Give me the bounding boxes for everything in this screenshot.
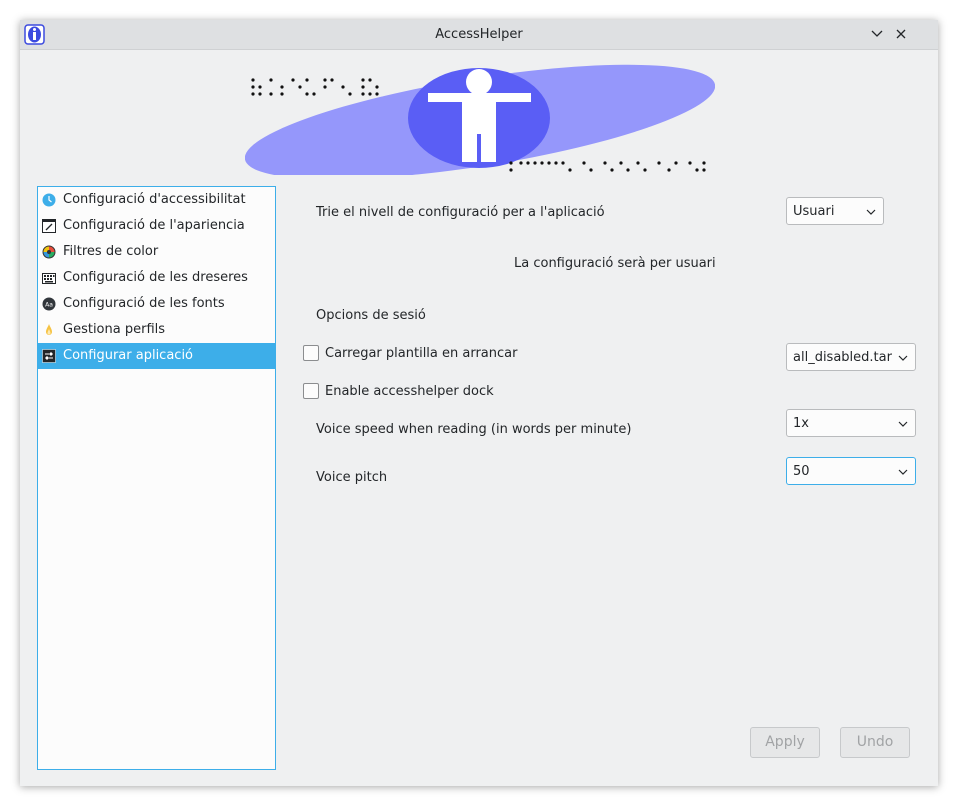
load-template-label[interactable]: Carregar plantilla en arrancar (325, 346, 517, 361)
sidebar-item-color-filters[interactable]: Filtres de color (38, 239, 275, 265)
sidebar-item-accessibility[interactable]: Configuració d'accessibilitat (38, 187, 275, 213)
voice-speed-value: 1x (793, 416, 809, 431)
close-icon (896, 29, 906, 39)
sidebar-item-label: Configuració de l'apariencia (63, 218, 245, 233)
clock-icon (42, 193, 56, 207)
settings-icon (42, 349, 56, 363)
config-level-value: Usuari (793, 204, 835, 219)
enable-dock-checkbox[interactable] (303, 383, 319, 399)
sidebar-item-fonts[interactable]: Aa Configuració de les fonts (38, 291, 275, 317)
session-options-heading: Opcions de sesió (316, 308, 426, 323)
chevron-down-icon (871, 30, 883, 37)
enable-dock-label[interactable]: Enable accesshelper dock (325, 384, 494, 399)
accessibility-banner (245, 64, 715, 175)
template-value: all_disabled.tar (793, 350, 892, 365)
apply-button[interactable]: Apply (750, 727, 820, 758)
minimize-button[interactable] (868, 25, 886, 43)
config-level-info: La configuració serà per usuari (514, 256, 716, 271)
sidebar-item-label: Configurar aplicació (63, 348, 194, 363)
chevron-down-icon (898, 469, 908, 475)
font-icon: Aa (42, 297, 56, 311)
close-button[interactable] (892, 25, 910, 43)
sidebar-item-appearance[interactable]: Configuració de l'apariencia (38, 213, 275, 239)
sidebar-item-shortcuts[interactable]: Configuració de les dreseres (38, 265, 275, 291)
keyboard-icon (42, 273, 56, 284)
sidebar-item-label: Configuració de les dreseres (63, 270, 248, 285)
settings-sidebar: Configuració d'accessibilitat Configurac… (37, 186, 276, 770)
voice-pitch-value: 50 (793, 464, 810, 479)
sidebar-item-label: Configuració de les fonts (63, 296, 225, 311)
sidebar-item-configure-app[interactable]: Configurar aplicació (38, 343, 275, 369)
chevron-down-icon (898, 421, 908, 427)
voice-speed-select[interactable]: 1x (786, 409, 916, 437)
undo-button[interactable]: Undo (840, 727, 910, 758)
chevron-down-icon (866, 209, 876, 215)
voice-pitch-label: Voice pitch (316, 470, 388, 485)
sidebar-item-label: Gestiona perfils (63, 322, 166, 337)
chevron-down-icon (898, 355, 908, 361)
window-title: AccessHelper (435, 27, 523, 42)
sidebar-item-label: Configuració d'accessibilitat (63, 192, 246, 207)
flame-icon (46, 324, 52, 335)
load-template-checkbox[interactable] (303, 345, 319, 361)
pen-icon (42, 219, 56, 233)
sidebar-item-label: Filtres de color (63, 244, 159, 259)
voice-pitch-select[interactable]: 50 (786, 457, 916, 485)
app-window: AccessHelper Configuració d'accessibilit… (20, 20, 938, 786)
voice-speed-label: Voice speed when reading (in words per m… (316, 422, 632, 437)
config-level-select[interactable]: Usuari (786, 197, 884, 225)
svg-text:Aa: Aa (45, 302, 53, 309)
config-level-label: Trie el nivell de configuració per a l'a… (316, 205, 605, 220)
color-wheel-icon (42, 245, 56, 259)
template-select[interactable]: all_disabled.tar (786, 343, 916, 371)
title-bar[interactable]: AccessHelper (20, 20, 938, 50)
sidebar-item-profiles[interactable]: Gestiona perfils (38, 317, 275, 343)
